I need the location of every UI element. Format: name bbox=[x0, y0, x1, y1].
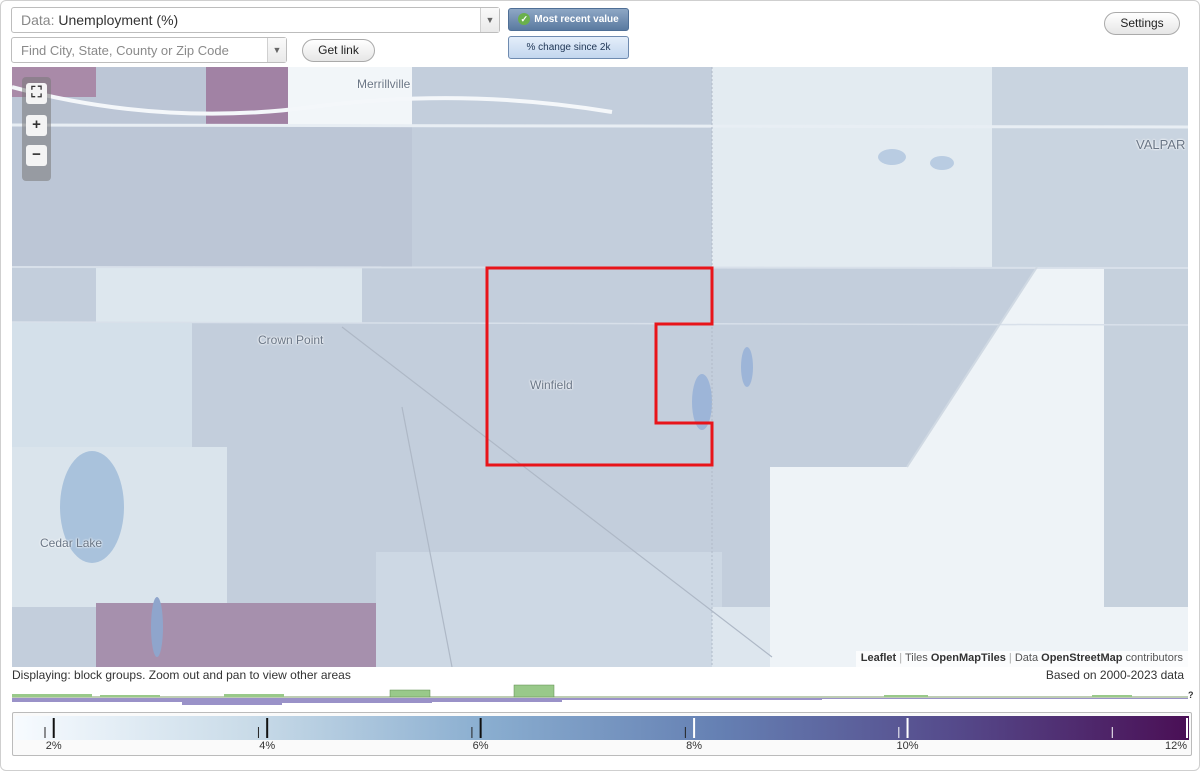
block-group bbox=[376, 552, 722, 667]
most-recent-label: Most recent value bbox=[534, 14, 619, 25]
legend-gradient bbox=[15, 716, 1189, 740]
data-years-status: Based on 2000-2023 data bbox=[1045, 668, 1184, 682]
block-group-low bbox=[712, 607, 770, 667]
zoom-controls: ⛶ + − bbox=[22, 77, 51, 181]
data-select[interactable]: Data: Unemployment (%) ▼ bbox=[11, 7, 500, 33]
color-legend[interactable]: 2% 4% 6% 8% 10% 12% bbox=[12, 712, 1192, 756]
location-search-input[interactable] bbox=[12, 38, 262, 62]
location-search[interactable]: ▼ bbox=[11, 37, 287, 63]
map-canvas[interactable] bbox=[12, 67, 1188, 667]
openstreetmap-link[interactable]: OpenStreetMap bbox=[1041, 652, 1122, 664]
block-group-low bbox=[288, 67, 412, 125]
place-label-merrillville: Merrillville bbox=[357, 77, 411, 91]
openmaptiles-link[interactable]: OpenMapTiles bbox=[931, 652, 1006, 664]
most-recent-value-toggle[interactable]: ✓ Most recent value bbox=[508, 8, 629, 31]
get-link-button[interactable]: Get link bbox=[302, 39, 375, 62]
place-label-winfield: Winfield bbox=[530, 378, 573, 392]
percent-change-toggle[interactable]: % change since 2k bbox=[508, 36, 629, 59]
displaying-status: Displaying: block groups. Zoom out and p… bbox=[12, 668, 351, 682]
attribution-tiles-label: Tiles bbox=[904, 652, 928, 664]
settings-button[interactable]: Settings bbox=[1104, 12, 1180, 35]
check-icon: ✓ bbox=[518, 13, 531, 26]
legend-tick-label: 10% bbox=[896, 740, 919, 752]
legend-tick-label: 6% bbox=[472, 740, 489, 752]
fit-extent-icon[interactable]: ⛶ bbox=[26, 83, 47, 104]
chevron-down-icon[interactable]: ▼ bbox=[267, 38, 286, 62]
lake bbox=[930, 156, 954, 170]
block-group bbox=[992, 67, 1188, 267]
lake bbox=[878, 149, 906, 165]
map-view[interactable]: Merrillville VALPAR Crown Point Winfield… bbox=[12, 67, 1188, 667]
legend-tick-label: 12% bbox=[1164, 740, 1188, 752]
road bbox=[12, 123, 1188, 129]
place-label-valpar: VALPAR bbox=[1136, 137, 1186, 152]
map-attribution: Leaflet | Tiles OpenMapTiles | Data Open… bbox=[855, 651, 1188, 667]
legend-tick-label: 2% bbox=[45, 740, 62, 752]
zoom-in-button[interactable]: + bbox=[26, 115, 47, 136]
distribution-histogram bbox=[12, 684, 1188, 705]
attribution-contributors: contributors bbox=[1125, 652, 1183, 664]
data-select-value: Unemployment (%) bbox=[58, 12, 179, 28]
block-group-high bbox=[206, 67, 288, 125]
leaflet-link[interactable]: Leaflet bbox=[861, 652, 896, 664]
legend-tick-label: 8% bbox=[686, 740, 703, 752]
chevron-down-icon[interactable]: ▼ bbox=[480, 8, 499, 32]
block-group bbox=[1104, 267, 1188, 607]
place-label-cedar-lake: Cedar Lake bbox=[40, 536, 103, 550]
attribution-data-label: Data bbox=[1014, 652, 1039, 664]
lake bbox=[741, 347, 753, 387]
unknown-marker: ? bbox=[1188, 690, 1194, 700]
lake bbox=[151, 597, 163, 657]
block-group-low bbox=[96, 267, 362, 323]
block-group-high bbox=[96, 603, 376, 667]
place-label-crown-point: Crown Point bbox=[258, 333, 324, 347]
data-select-label: Data: bbox=[21, 12, 55, 28]
legend-tick-label: 4% bbox=[259, 740, 276, 752]
zoom-out-button[interactable]: − bbox=[26, 145, 47, 166]
